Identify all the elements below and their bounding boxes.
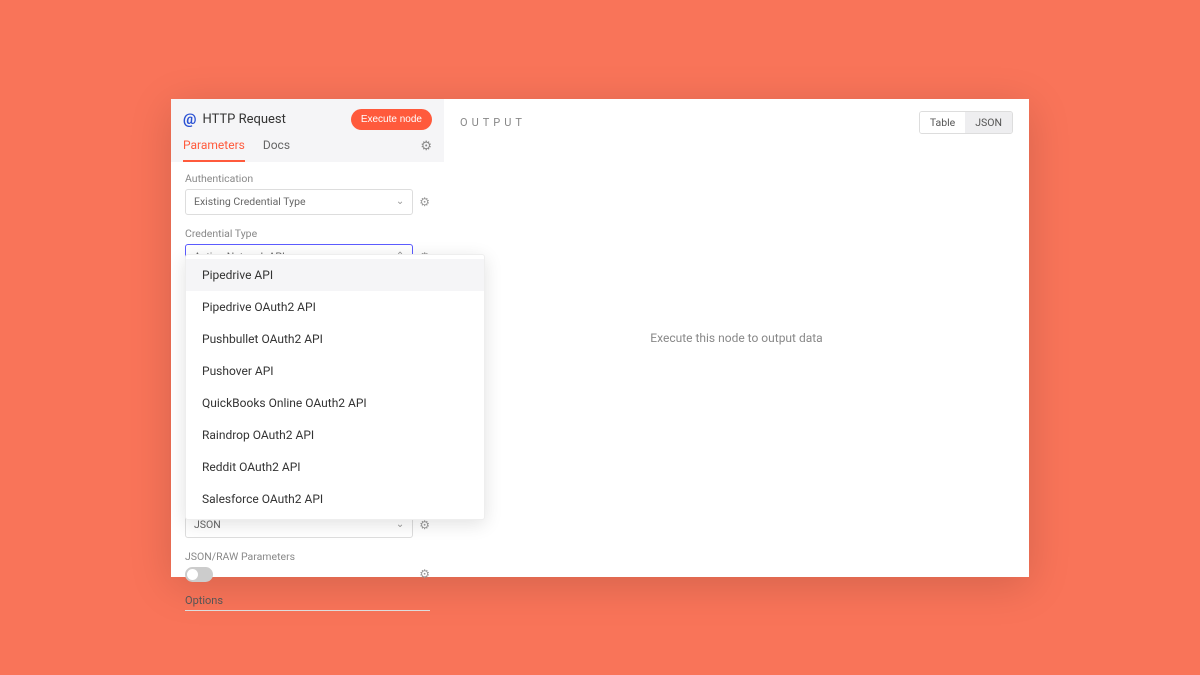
dropdown-item[interactable]: Salesforce OAuth2 API: [186, 483, 484, 515]
output-empty-message: Execute this node to output data: [650, 331, 822, 345]
json-value: JSON: [194, 518, 221, 531]
chevron-down-icon: ⌄: [396, 196, 404, 207]
panel-header: @ HTTP Request Execute node Parameters D…: [171, 99, 444, 162]
gear-icon[interactable]: ⚙: [420, 139, 432, 160]
tab-parameters[interactable]: Parameters: [183, 138, 245, 162]
dropdown-item[interactable]: Reddit OAuth2 API: [186, 451, 484, 483]
authentication-value: Existing Credential Type: [194, 195, 306, 208]
json-raw-toggle[interactable]: [185, 567, 213, 582]
execute-button[interactable]: Execute node: [351, 109, 432, 130]
credential-type-label: Credential Type: [185, 227, 430, 240]
json-raw-label: JSON/RAW Parameters: [185, 550, 430, 563]
view-table-button[interactable]: Table: [920, 112, 965, 133]
authentication-label: Authentication: [185, 172, 430, 185]
output-title: OUTPUT: [460, 116, 526, 129]
field-json-raw: JSON/RAW Parameters ⚙: [185, 550, 430, 582]
authentication-select[interactable]: Existing Credential Type ⌄: [185, 189, 413, 215]
chevron-down-icon: ⌄: [396, 519, 404, 530]
view-toggle: Table JSON: [919, 111, 1013, 134]
field-settings-icon[interactable]: ⚙: [419, 195, 430, 209]
dropdown-item[interactable]: Pipedrive API: [186, 259, 484, 291]
tab-docs[interactable]: Docs: [263, 138, 290, 162]
dropdown-item[interactable]: Raindrop OAuth2 API: [186, 419, 484, 451]
node-editor-window: @ HTTP Request Execute node Parameters D…: [171, 99, 1029, 577]
title-row: @ HTTP Request Execute node: [183, 109, 432, 138]
dropdown-item[interactable]: Pipedrive OAuth2 API: [186, 291, 484, 323]
at-icon: @: [183, 110, 196, 128]
field-settings-icon[interactable]: ⚙: [419, 567, 430, 581]
view-json-button[interactable]: JSON: [965, 112, 1012, 133]
dropdown-item[interactable]: Pushover API: [186, 355, 484, 387]
dropdown-item[interactable]: Pushbullet OAuth2 API: [186, 323, 484, 355]
output-header: OUTPUT Table JSON: [460, 111, 1013, 134]
field-authentication: Authentication Existing Credential Type …: [185, 172, 430, 215]
title-left: @ HTTP Request: [183, 110, 286, 128]
node-title: HTTP Request: [202, 112, 285, 127]
field-settings-icon[interactable]: ⚙: [419, 518, 430, 532]
options-label: Options: [185, 594, 430, 611]
tabs: Parameters Docs: [183, 138, 290, 162]
tabs-row: Parameters Docs ⚙: [183, 138, 432, 162]
credential-type-dropdown: Pipedrive API Pipedrive OAuth2 API Pushb…: [185, 254, 485, 520]
left-panel: @ HTTP Request Execute node Parameters D…: [171, 99, 444, 577]
dropdown-item[interactable]: QuickBooks Online OAuth2 API: [186, 387, 484, 419]
output-panel: OUTPUT Table JSON Execute this node to o…: [444, 99, 1029, 577]
parameters-body: Authentication Existing Credential Type …: [171, 162, 444, 621]
